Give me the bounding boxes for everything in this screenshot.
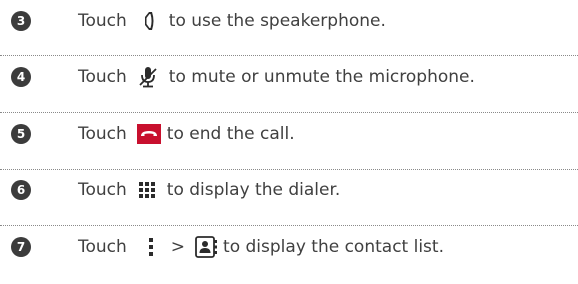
touch-label: Touch [78, 180, 127, 200]
step-text: Touch to mute or unmute the microphone. [78, 58, 475, 96]
step-text: Touch > to display the contact list. [78, 228, 444, 266]
step-number: 4 [11, 67, 31, 87]
step-action: to display the dialer. [166, 180, 341, 200]
step-text: Touch to display the dialer. [78, 171, 340, 209]
step-3: 3 Touch to use the speakerphone. [0, 2, 578, 58]
divider [0, 55, 578, 56]
dialpad-icon [137, 180, 157, 200]
step-action: to mute or unmute the microphone. [168, 67, 475, 87]
touch-label: Touch [78, 11, 127, 31]
step-number: 5 [11, 124, 31, 144]
step-number: 3 [11, 11, 31, 31]
step-text: Touch to use the speakerphone. [78, 2, 386, 40]
touch-label: Touch [78, 67, 127, 87]
separator: > [170, 237, 186, 257]
contact-list-icon [195, 236, 218, 258]
speaker-icon [137, 9, 159, 33]
touch-label: Touch [78, 237, 127, 257]
end-call-icon [136, 124, 161, 144]
step-7: 7 Touch > to display the contact list. [0, 228, 578, 284]
step-6: 6 Touch to display the dialer. [0, 171, 578, 227]
step-number: 7 [11, 237, 31, 257]
step-action: to end the call. [166, 124, 295, 144]
step-action: to display the contact list. [223, 237, 444, 257]
step-action: to use the speakerphone. [168, 11, 386, 31]
touch-label: Touch [78, 124, 127, 144]
step-number: 6 [11, 180, 31, 200]
divider [0, 225, 578, 226]
microphone-mute-icon [137, 65, 159, 89]
step-4: 4 Touch to mute or unmute the microphone… [0, 58, 578, 114]
divider [0, 169, 578, 170]
step-text: Touch to end the call. [78, 115, 295, 153]
step-5: 5 Touch to end the call. [0, 115, 578, 171]
divider [0, 112, 578, 113]
menu-icon [147, 236, 155, 258]
